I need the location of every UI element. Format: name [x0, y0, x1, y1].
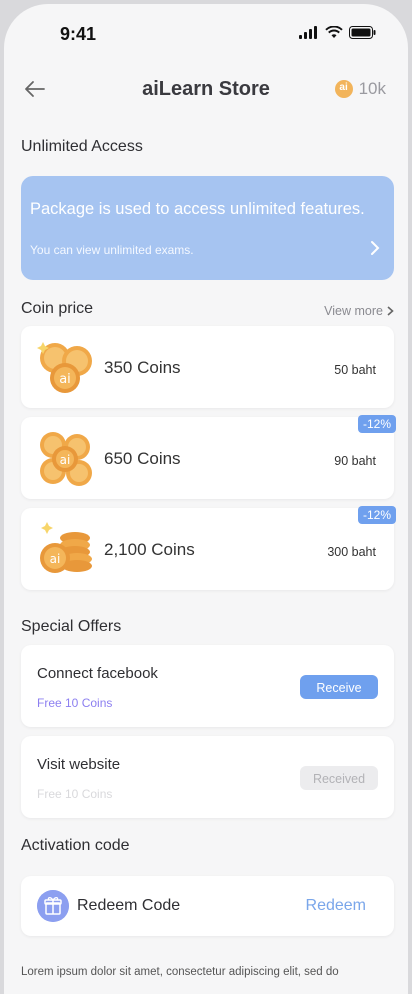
coin-stack-icon: ai — [40, 522, 92, 573]
receive-button[interactable]: Receive — [300, 675, 378, 699]
view-more-link[interactable]: View more — [324, 304, 394, 318]
section-title-unlimited: Unlimited Access — [21, 138, 143, 155]
signal-icon — [299, 26, 317, 39]
offer-reward: Free 10 Coins — [37, 787, 113, 801]
offer-name: Visit website — [37, 756, 121, 773]
redeem-button[interactable]: Redeem — [306, 897, 366, 915]
chevron-right-icon — [371, 241, 380, 255]
redeem-code-label: Redeem Code — [77, 897, 181, 914]
section-title-special-offers: Special Offers — [21, 618, 122, 635]
phone-frame: 9:41 aiLearn Store ai 10k Unlimited Acce… — [4, 4, 408, 994]
coin-package-price: 50 baht — [334, 363, 376, 377]
section-title-activation: Activation code — [21, 837, 130, 854]
status-bar: 9:41 — [4, 4, 408, 64]
offer-name: Connect facebook — [37, 665, 158, 682]
coin-stack-icon: ai — [40, 432, 92, 486]
coin-icon — [334, 80, 353, 98]
status-time: 9:41 — [60, 24, 97, 44]
unlimited-banner[interactable]: Package is used to access unlimited feat… — [21, 176, 394, 280]
offer-visit-website: Visit website Free 10 Coins Received — [21, 736, 394, 818]
coin-package-650[interactable]: ai 650 Coins 90 baht -12% — [21, 415, 396, 499]
coin-package-price: 90 baht — [334, 454, 376, 468]
received-button[interactable]: Received — [300, 766, 378, 790]
gift-icon — [37, 890, 69, 922]
discount-badge: -12% — [357, 506, 396, 524]
chevron-right-icon — [387, 306, 394, 316]
coin-package-label: 350 Coins — [104, 358, 181, 377]
coin-stack-icon: ai — [37, 342, 92, 393]
status-icons — [299, 26, 376, 39]
coin-balance: 10k — [334, 79, 386, 99]
coin-package-label: 650 Coins — [104, 449, 181, 468]
svg-text:ai: ai — [59, 372, 71, 387]
redeem-code-card: Redeem Code Redeem — [21, 876, 394, 936]
footer-text: Lorem ipsum dolor sit amet, consectetur … — [21, 966, 339, 978]
coin-package-price: 300 baht — [327, 545, 376, 559]
coin-package-label: 2,100 Coins — [104, 540, 195, 559]
top-bar: aiLearn Store 10k — [4, 66, 408, 114]
coin-package-2100[interactable]: ai 2,100 Coins 300 baht -12% — [21, 506, 396, 590]
discount-badge: -12% — [357, 415, 396, 433]
section-title-coin-price: Coin price — [21, 300, 94, 317]
view-more-label: View more — [324, 304, 383, 318]
banner-subtitle: You can view unlimited exams. — [30, 243, 194, 257]
svg-text:ai: ai — [50, 552, 61, 566]
battery-icon — [349, 26, 376, 39]
coin-package-350[interactable]: ai 350 Coins 50 baht — [21, 326, 394, 408]
wifi-icon — [325, 26, 343, 38]
banner-title: Package is used to access unlimited feat… — [30, 200, 365, 218]
offer-connect-facebook: Connect facebook Free 10 Coins Receive — [21, 645, 394, 727]
offer-reward: Free 10 Coins — [37, 696, 113, 710]
svg-text:ai: ai — [60, 453, 71, 467]
coin-balance-value: 10k — [358, 79, 386, 98]
